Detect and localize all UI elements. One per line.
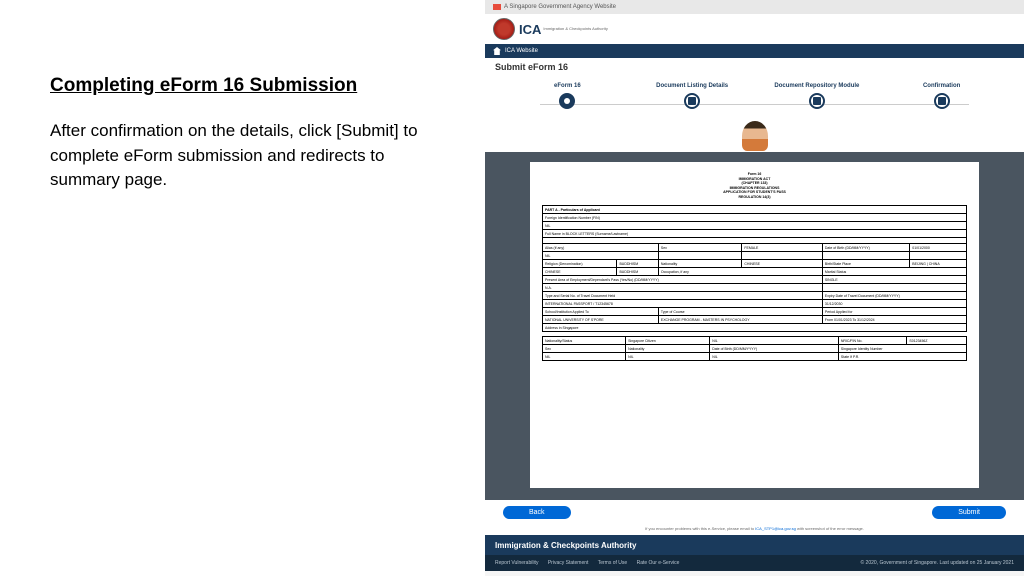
form-viewport[interactable]: Form 16 IMMIGRATION ACT (CHAPTER 133) IM… [485, 152, 1024, 500]
instruction-panel: Completing eForm 16 Submission After con… [0, 0, 485, 576]
progress-stepper: eForm 16 Document Listing Details Docume… [485, 76, 1024, 116]
form-table-2: Nationality/StatusSingapore CitizenNILNR… [542, 336, 967, 361]
help-email-link[interactable]: ICA_STP1@ica.gov.sg [755, 526, 796, 531]
footer-link[interactable]: Rate Our e-Service [637, 560, 680, 566]
button-row: Back Submit [485, 500, 1024, 524]
footer-links-bar: Report Vulnerability Privacy Statement T… [485, 555, 1024, 571]
step-doc-listing: Document Listing Details [647, 83, 737, 109]
footer-org: Immigration & Checkpoints Authority [485, 535, 1024, 555]
ica-emblem-icon [493, 18, 515, 40]
footer-copyright: © 2020, Government of Singapore. Last up… [860, 560, 1014, 566]
assistant-avatar-icon[interactable] [742, 121, 768, 151]
step-circle-icon [684, 93, 700, 109]
form-table-part-a: PART A - Particulars of Applicant Foreig… [542, 205, 967, 332]
app-screenshot: A Singapore Government Agency Website IC… [485, 0, 1024, 576]
footer-link[interactable]: Privacy Statement [548, 560, 589, 566]
home-icon[interactable] [493, 47, 501, 55]
submit-button[interactable]: Submit [932, 506, 1006, 519]
instruction-title: Completing eForm 16 Submission [50, 75, 440, 97]
footer-link[interactable]: Report Vulnerability [495, 560, 538, 566]
avatar-row [485, 116, 1024, 152]
step-eform16: eForm 16 [522, 83, 612, 109]
back-button[interactable]: Back [503, 506, 571, 519]
step-doc-repo: Document Repository Module [772, 83, 862, 109]
instruction-body: After confirmation on the details, click… [50, 119, 440, 193]
gov-banner: A Singapore Government Agency Website [485, 0, 1024, 14]
logo-subtext: Immigration & Checkpoints Authority [543, 27, 607, 31]
step-circle-icon [559, 93, 575, 109]
nav-link[interactable]: ICA Website [505, 48, 538, 54]
help-note: If you encounter problems with this e-Se… [485, 524, 1024, 535]
step-confirmation: Confirmation [897, 83, 987, 109]
footer-link[interactable]: Terms of Use [598, 560, 627, 566]
page-title: Submit eForm 16 [485, 58, 1024, 76]
nav-bar[interactable]: ICA Website [485, 44, 1024, 58]
step-circle-icon [934, 93, 950, 109]
logo-text: ICA [519, 22, 541, 37]
form-header: Form 16 IMMIGRATION ACT (CHAPTER 133) IM… [542, 172, 967, 199]
form-page: Form 16 IMMIGRATION ACT (CHAPTER 133) IM… [530, 162, 979, 488]
step-circle-icon [809, 93, 825, 109]
logo-bar: ICA Immigration & Checkpoints Authority [485, 14, 1024, 44]
